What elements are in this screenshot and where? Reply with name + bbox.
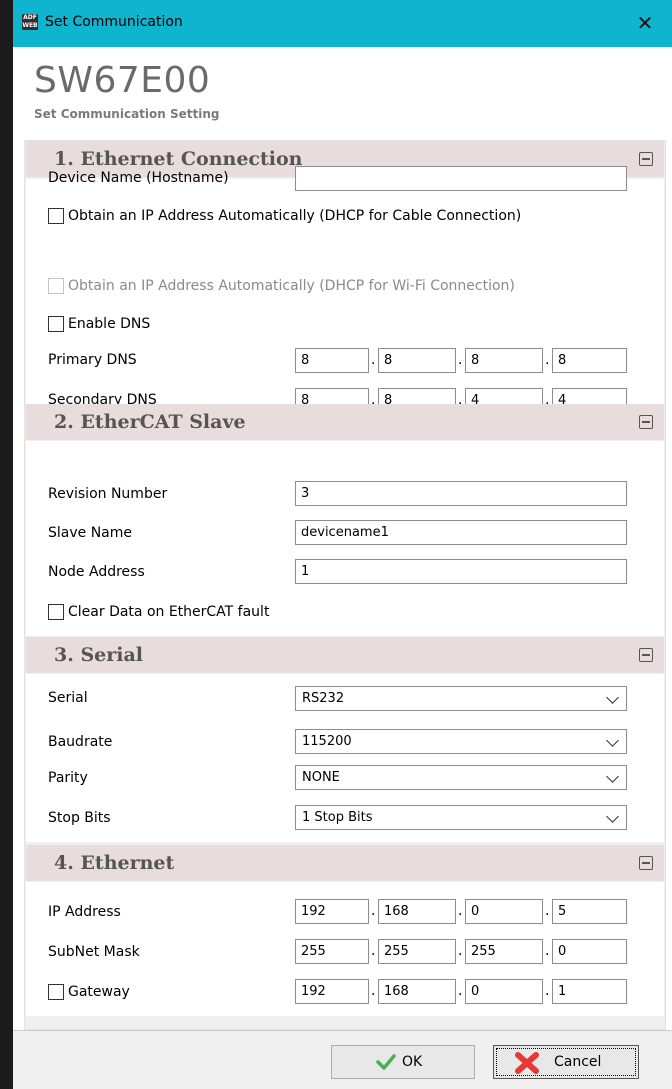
ok-button[interactable]: OK xyxy=(331,1045,475,1079)
enable-dns-label: Enable DNS xyxy=(68,316,151,332)
section-header-ethercat-slave[interactable]: 2. EtherCAT Slave xyxy=(26,404,664,440)
node-address-label: Node Address xyxy=(48,564,145,580)
ip-octet-2[interactable]: 168 xyxy=(378,899,456,924)
primary-dns-octet-3[interactable]: 8 xyxy=(465,348,543,373)
subnet-octet-3[interactable]: 255 xyxy=(465,939,543,964)
parity-select[interactable]: NONE xyxy=(295,765,627,790)
node-address-input[interactable]: 1 xyxy=(295,559,627,584)
gateway-octet-1[interactable]: 192 xyxy=(295,979,369,1004)
enable-dns-checkbox[interactable] xyxy=(48,316,64,332)
device-name-input[interactable] xyxy=(295,166,627,191)
chevron-down-icon xyxy=(606,810,619,823)
revision-number-input[interactable]: 3 xyxy=(295,481,627,506)
section-header-serial[interactable]: 3. Serial xyxy=(26,637,664,673)
section-header-ethernet[interactable]: 4. Ethernet xyxy=(26,845,664,881)
gateway-label: Gateway xyxy=(68,984,130,1000)
slave-name-input[interactable]: devicename1 xyxy=(295,520,627,545)
ip-dot: . xyxy=(545,943,550,959)
collapse-icon[interactable] xyxy=(639,152,653,166)
ip-dot: . xyxy=(545,983,550,999)
primary-dns-octet-1[interactable]: 8 xyxy=(295,348,369,373)
page-subtitle: Set Communication Setting xyxy=(34,107,220,121)
dhcp-wifi-label: Obtain an IP Address Automatically (DHCP… xyxy=(68,278,515,294)
subnet-mask-label: SubNet Mask xyxy=(48,944,140,960)
baudrate-value: 115200 xyxy=(302,734,352,749)
clear-data-label: Clear Data on EtherCAT fault xyxy=(68,604,270,620)
gateway-checkbox[interactable] xyxy=(48,984,64,1000)
primary-dns-label: Primary DNS xyxy=(48,352,137,368)
chevron-down-icon xyxy=(606,734,619,747)
baudrate-label: Baudrate xyxy=(48,734,113,750)
ip-dot: . xyxy=(458,903,463,919)
section-title: 2. EtherCAT Slave xyxy=(54,411,246,433)
close-icon: ✕ xyxy=(636,11,654,35)
stop-bits-value: 1 Stop Bits xyxy=(302,810,373,825)
parity-value: NONE xyxy=(302,770,340,785)
app-icon: ADF WEB xyxy=(22,14,38,30)
ip-dot: . xyxy=(371,352,376,368)
left-border xyxy=(0,0,13,1089)
clear-data-checkbox[interactable] xyxy=(48,604,64,620)
chevron-down-icon xyxy=(606,691,619,704)
dhcp-wifi-checkbox xyxy=(48,278,64,294)
close-button[interactable]: ✕ xyxy=(628,8,662,38)
ip-address-label: IP Address xyxy=(48,904,121,920)
primary-dns-octet-2[interactable]: 8 xyxy=(378,348,456,373)
page-title: SW67E00 xyxy=(34,60,211,101)
collapse-icon[interactable] xyxy=(639,856,653,870)
ok-label: OK xyxy=(402,1054,423,1070)
cancel-button[interactable]: Cancel xyxy=(493,1045,639,1079)
gateway-octet-3[interactable]: 0 xyxy=(465,979,543,1004)
device-name-label: Device Name (Hostname) xyxy=(48,170,229,186)
window-title: Set Communication xyxy=(45,14,183,30)
set-communication-window: ADF WEB Set Communication ✕ SW67E00 Set … xyxy=(0,0,672,1089)
ip-octet-3[interactable]: 0 xyxy=(465,899,543,924)
stop-bits-select[interactable]: 1 Stop Bits xyxy=(295,805,627,830)
ip-dot: . xyxy=(545,352,550,368)
ip-dot: . xyxy=(371,943,376,959)
ip-dot: . xyxy=(458,983,463,999)
subnet-octet-4[interactable]: 0 xyxy=(552,939,627,964)
serial-value: RS232 xyxy=(302,691,345,706)
ip-dot: . xyxy=(371,983,376,999)
serial-label: Serial xyxy=(48,690,88,706)
ip-dot: . xyxy=(371,903,376,919)
stop-bits-label: Stop Bits xyxy=(48,810,111,826)
gateway-octet-2[interactable]: 168 xyxy=(378,979,456,1004)
baudrate-select[interactable]: 115200 xyxy=(295,729,627,754)
dhcp-cable-label: Obtain an IP Address Automatically (DHCP… xyxy=(68,208,522,224)
revision-number-label: Revision Number xyxy=(48,486,168,502)
primary-dns-octet-4[interactable]: 8 xyxy=(552,348,627,373)
check-icon xyxy=(376,1054,396,1070)
ip-dot: . xyxy=(545,903,550,919)
section-title: 1. Ethernet Connection xyxy=(54,148,303,170)
cancel-x-icon xyxy=(515,1052,539,1074)
parity-label: Parity xyxy=(48,770,88,786)
ip-octet-4[interactable]: 5 xyxy=(552,899,627,924)
gateway-octet-4[interactable]: 1 xyxy=(552,979,627,1004)
collapse-icon[interactable] xyxy=(639,415,653,429)
section-title: 4. Ethernet xyxy=(54,852,175,874)
section-title: 3. Serial xyxy=(54,644,144,666)
serial-select[interactable]: RS232 xyxy=(295,686,627,711)
subnet-octet-2[interactable]: 255 xyxy=(378,939,456,964)
ip-dot: . xyxy=(458,943,463,959)
ip-octet-1[interactable]: 192 xyxy=(295,899,369,924)
subnet-octet-1[interactable]: 255 xyxy=(295,939,369,964)
dhcp-cable-checkbox[interactable] xyxy=(48,208,64,224)
slave-name-label: Slave Name xyxy=(48,525,133,541)
collapse-icon[interactable] xyxy=(639,648,653,662)
chevron-down-icon xyxy=(606,770,619,783)
cancel-label: Cancel xyxy=(554,1054,602,1070)
ip-dot: . xyxy=(458,352,463,368)
